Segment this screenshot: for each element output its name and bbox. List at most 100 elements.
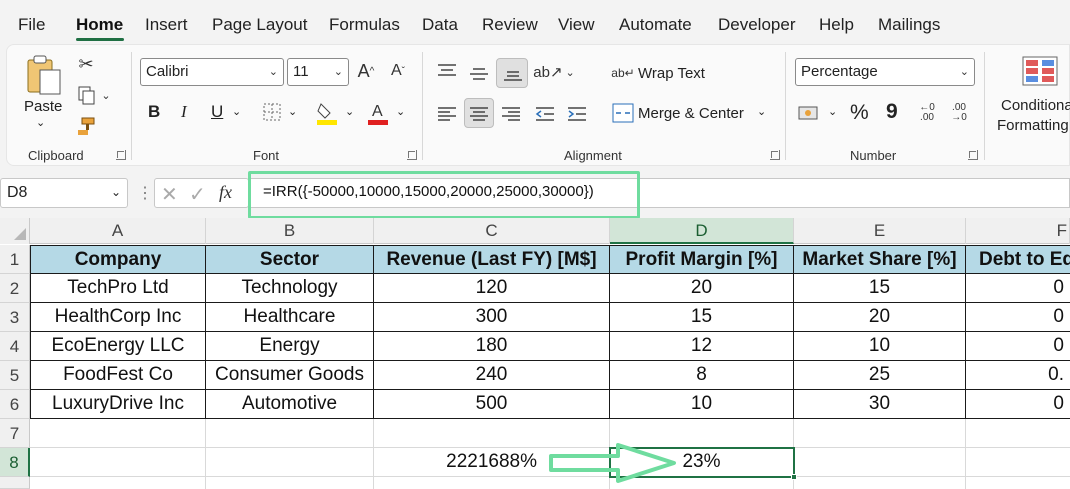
table-cell[interactable]: Technology [206, 274, 374, 303]
header-cell-company[interactable]: Company [30, 245, 206, 274]
decrease-indent-icon[interactable] [534, 104, 556, 124]
table-cell[interactable]: EcoEnergy LLC [30, 332, 206, 361]
merge-dropdown-icon[interactable]: ⌄ [757, 105, 766, 118]
merge-center-button[interactable]: Merge & Center [638, 105, 744, 122]
bold-button[interactable]: B [148, 102, 160, 122]
table-cell[interactable]: 120 [374, 274, 610, 303]
increase-indent-icon[interactable] [566, 104, 588, 124]
table-cell[interactable]: 0 [966, 274, 1070, 303]
row-header-1[interactable]: 1 [0, 245, 30, 274]
borders-dropdown-icon[interactable]: ⌄ [288, 105, 297, 118]
table-cell[interactable]: 8 [610, 361, 794, 390]
menu-formulas[interactable]: Formulas [329, 15, 400, 35]
middle-align-icon[interactable] [468, 62, 490, 84]
column-header-f[interactable]: F [966, 218, 1070, 244]
table-cell[interactable]: 0. [966, 361, 1070, 390]
header-cell-sector[interactable]: Sector [206, 245, 374, 274]
format-painter-icon[interactable] [76, 116, 96, 136]
number-format-select[interactable]: Percentage ⌄ [795, 58, 975, 86]
menu-review[interactable]: Review [482, 15, 538, 35]
table-cell[interactable]: 15 [794, 274, 966, 303]
row-header-6[interactable]: 6 [0, 390, 30, 419]
header-cell-market-share[interactable]: Market Share [%] [794, 245, 966, 274]
select-all-button[interactable] [0, 218, 30, 244]
accounting-dropdown-icon[interactable]: ⌄ [828, 105, 837, 118]
underline-dropdown-icon[interactable]: ⌄ [232, 105, 241, 118]
empty-cell[interactable] [30, 477, 206, 489]
paste-icon[interactable] [24, 54, 64, 98]
column-header-c[interactable]: C [374, 218, 610, 244]
empty-cell[interactable] [966, 419, 1070, 448]
table-cell[interactable]: 300 [374, 303, 610, 332]
table-cell[interactable]: HealthCorp Inc [30, 303, 206, 332]
font-size-select[interactable]: 11 ⌄ [287, 58, 349, 86]
underline-button[interactable]: U [211, 102, 223, 122]
paste-label[interactable]: Paste [24, 98, 62, 115]
row-header-3[interactable]: 3 [0, 303, 30, 332]
increase-font-icon[interactable]: A ^ [354, 58, 378, 84]
column-header-a[interactable]: A [30, 218, 206, 244]
empty-cell[interactable] [30, 419, 206, 448]
menu-data[interactable]: Data [422, 15, 458, 35]
header-cell-revenue[interactable]: Revenue (Last FY) [M$] [374, 245, 610, 274]
top-align-icon[interactable] [436, 60, 458, 82]
row-header-7[interactable]: 7 [0, 419, 30, 448]
empty-cell[interactable] [794, 477, 966, 489]
wrap-text-button[interactable]: Wrap Text [638, 65, 705, 82]
fill-handle[interactable] [791, 474, 797, 480]
header-cell-debt-to-equity[interactable]: Debt to Eq [966, 245, 1070, 274]
menu-file[interactable]: File [18, 15, 45, 35]
decrease-font-icon[interactable]: Aˇ [386, 58, 410, 84]
row-header-4[interactable]: 4 [0, 332, 30, 361]
empty-cell[interactable] [794, 419, 966, 448]
font-name-select[interactable]: Calibri ⌄ [140, 58, 284, 86]
table-cell[interactable]: TechPro Ltd [30, 274, 206, 303]
column-header-e[interactable]: E [794, 218, 966, 244]
clipboard-launcher-icon[interactable] [116, 150, 126, 160]
comma-style-button[interactable]: 9 [886, 100, 898, 124]
table-cell[interactable]: Energy [206, 332, 374, 361]
table-cell[interactable]: 240 [374, 361, 610, 390]
row-header-9[interactable] [0, 477, 30, 489]
header-cell-profit-margin[interactable]: Profit Margin [%] [610, 245, 794, 274]
font-color-dropdown-icon[interactable]: ⌄ [396, 105, 405, 118]
increase-decimal-icon[interactable]: ←0.00 [914, 100, 940, 126]
cut-icon[interactable]: ✂ [76, 54, 96, 74]
empty-cell[interactable] [966, 448, 1070, 477]
table-cell[interactable]: 0 [966, 303, 1070, 332]
table-cell[interactable]: 25 [794, 361, 966, 390]
alignment-launcher-icon[interactable] [770, 150, 780, 160]
table-cell[interactable]: Automotive [206, 390, 374, 419]
table-cell[interactable]: LuxuryDrive Inc [30, 390, 206, 419]
font-launcher-icon[interactable] [407, 150, 417, 160]
column-header-b[interactable]: B [206, 218, 374, 244]
insert-function-button[interactable]: fx [219, 182, 232, 203]
menu-help[interactable]: Help [819, 15, 854, 35]
table-cell[interactable]: Consumer Goods [206, 361, 374, 390]
percent-style-button[interactable]: % [850, 101, 869, 125]
fill-color-dropdown-icon[interactable]: ⌄ [345, 105, 354, 118]
empty-cell[interactable] [206, 448, 374, 477]
table-cell[interactable]: 0 [966, 332, 1070, 361]
paste-dropdown-icon[interactable]: ⌄ [36, 116, 45, 129]
font-color-icon[interactable]: A [368, 100, 388, 126]
cancel-icon[interactable]: ✕ [161, 182, 178, 207]
table-cell[interactable]: 20 [794, 303, 966, 332]
row-header-5[interactable]: 5 [0, 361, 30, 390]
row-header-8[interactable]: 8 [0, 448, 30, 477]
decrease-decimal-icon[interactable]: .00 →0 [946, 100, 972, 126]
table-cell[interactable]: 500 [374, 390, 610, 419]
orientation-icon[interactable]: ab↗ ⌄ [533, 60, 574, 84]
table-cell[interactable]: 0 [966, 390, 1070, 419]
conditional-formatting-label-1[interactable]: Conditional [1001, 97, 1070, 114]
table-cell[interactable]: 10 [610, 390, 794, 419]
menu-mailings[interactable]: Mailings [878, 15, 940, 35]
conditional-formatting-icon[interactable] [1022, 56, 1058, 86]
wrap-text-icon[interactable]: ab↵ [611, 62, 634, 84]
name-box[interactable]: D8 ⌄ [0, 178, 128, 208]
menu-home[interactable]: Home [76, 15, 123, 35]
menu-insert[interactable]: Insert [145, 15, 188, 35]
more-options-icon[interactable]: ⋮ [137, 183, 153, 203]
empty-cell[interactable] [206, 419, 374, 448]
empty-cell[interactable] [206, 477, 374, 489]
